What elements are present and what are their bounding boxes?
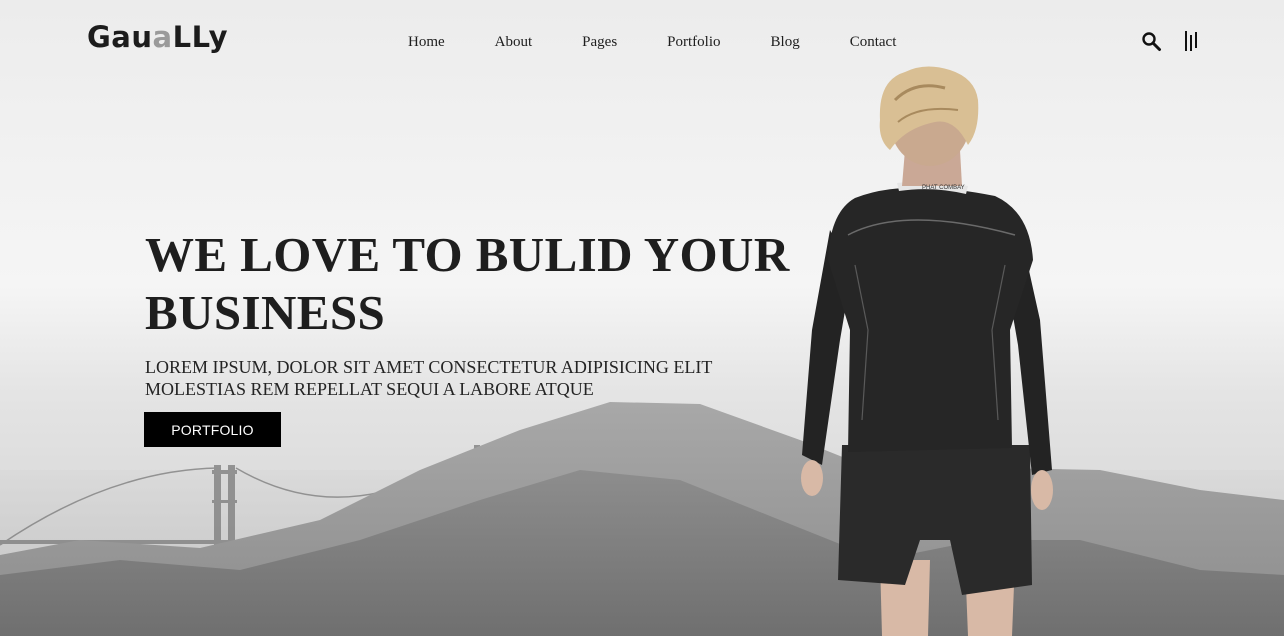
logo-text-tail: LLy <box>172 20 229 54</box>
nav-item-home[interactable]: Home <box>408 32 445 52</box>
portfolio-button[interactable]: PORTFOLIO <box>144 412 281 447</box>
search-icon <box>1142 32 1161 51</box>
nav-item-contact[interactable]: Contact <box>850 32 897 52</box>
nav-item-blog[interactable]: Blog <box>771 32 800 52</box>
nav-item-pages[interactable]: Pages <box>582 32 617 52</box>
search-button[interactable] <box>1141 31 1163 53</box>
shirt-collar-text: PHAT COMBAY <box>922 185 965 191</box>
hamburger-menu-icon <box>1185 31 1197 51</box>
site-header: GauaLLy Home About Pages Portfolio Blog … <box>0 0 1284 84</box>
logo-text-accent: a <box>152 20 173 54</box>
logo-text-main: Gau <box>87 20 153 54</box>
nav-item-portfolio[interactable]: Portfolio <box>667 32 720 52</box>
hero-headline: WE LOVE TO BULID YOUR BUSINESS <box>145 227 790 340</box>
hero-subtitle: LOREM IPSUM, DOLOR SIT AMET CONSECTETUR … <box>145 357 713 399</box>
nav-item-about[interactable]: About <box>495 32 533 52</box>
main-nav: Home About Pages Portfolio Blog Contact <box>408 32 896 52</box>
menu-button[interactable] <box>1184 30 1200 52</box>
hero-content: WE LOVE TO BULID YOUR BUSINESS LOREM IPS… <box>145 226 825 400</box>
brand-logo[interactable]: GauaLLy <box>87 20 228 54</box>
